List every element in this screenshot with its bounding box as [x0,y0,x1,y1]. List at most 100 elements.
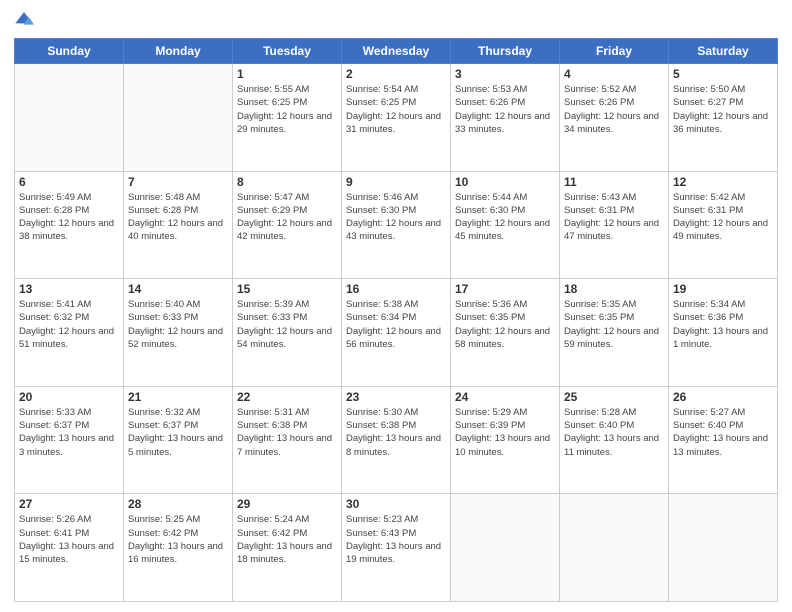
table-row: 3Sunrise: 5:53 AM Sunset: 6:26 PM Daylig… [451,64,560,172]
table-row: 5 Sunrise: 5:50 AM Sunset: 6:27 PM Daylig… [669,64,778,172]
day-number: 19 [673,282,773,296]
col-saturday: Saturday [669,39,778,64]
day-number: 17 [455,282,555,296]
col-monday: Monday [124,39,233,64]
day-number: 29 [237,497,337,511]
calendar-header-row: Sunday Monday Tuesday Wednesday Thursday… [15,39,778,64]
day-number: 18 [564,282,664,296]
table-row: 19Sunrise: 5:34 AM Sunset: 6:36 PM Dayli… [669,279,778,387]
day-info: Sunrise: 5:28 AM Sunset: 6:40 PM Dayligh… [564,406,664,459]
day-info: Sunrise: 5:52 AM Sunset: 6:26 PM Dayligh… [564,83,664,136]
day-number: 2 [346,67,446,81]
day-number: 7 [128,175,228,189]
day-number: 6 [19,175,119,189]
table-row: 28 Sunrise: 5:25 AM Sunset: 6:42 PM Dayli… [124,494,233,602]
day-number: 5 [673,67,773,81]
day-info: Sunrise: 5:39 AM Sunset: 6:33 PM Dayligh… [237,298,337,351]
day-number: 30 [346,497,446,511]
logo [14,10,38,30]
table-row: 6 Sunrise: 5:49 AM Sunset: 6:28 PM Daylig… [15,171,124,279]
day-number: 9 [346,175,446,189]
calendar-table: Sunday Monday Tuesday Wednesday Thursday… [14,38,778,602]
day-number: 27 [19,497,119,511]
day-number: 15 [237,282,337,296]
page: Sunday Monday Tuesday Wednesday Thursday… [0,0,792,612]
day-info: Sunrise: 5:24 AM Sunset: 6:42 PM Dayligh… [237,513,337,566]
table-row: 25 Sunrise: 5:28 AM Sunset: 6:40 PM Dayli… [560,386,669,494]
table-row: 11 Sunrise: 5:43 AM Sunset: 6:31 PM Dayli… [560,171,669,279]
day-number: 25 [564,390,664,404]
table-row: 16 Sunrise: 5:38 AM Sunset: 6:34 PM Dayli… [342,279,451,387]
day-number: 8 [237,175,337,189]
day-number: 14 [128,282,228,296]
day-info: Sunrise: 5:26 AM Sunset: 6:41 PM Dayligh… [19,513,119,566]
table-row: 4 Sunrise: 5:52 AM Sunset: 6:26 PM Daylig… [560,64,669,172]
day-number: 22 [237,390,337,404]
calendar-week-row: 6 Sunrise: 5:49 AM Sunset: 6:28 PM Daylig… [15,171,778,279]
day-info: Sunrise: 5:47 AM Sunset: 6:29 PM Dayligh… [237,191,337,244]
day-info: Sunrise: 5:38 AM Sunset: 6:34 PM Dayligh… [346,298,446,351]
day-info: Sunrise: 5:41 AM Sunset: 6:32 PM Dayligh… [19,298,119,351]
col-thursday: Thursday [451,39,560,64]
header [14,10,778,30]
table-row: 15 Sunrise: 5:39 AM Sunset: 6:33 PM Dayli… [233,279,342,387]
table-row: 1Sunrise: 5:55 AM Sunset: 6:25 PM Daylig… [233,64,342,172]
calendar-week-row: 20 Sunrise: 5:33 AM Sunset: 6:37 PM Dayli… [15,386,778,494]
day-info: Sunrise: 5:27 AM Sunset: 6:40 PM Dayligh… [673,406,773,459]
day-info: Sunrise: 5:29 AM Sunset: 6:39 PM Dayligh… [455,406,555,459]
table-row: 20 Sunrise: 5:33 AM Sunset: 6:37 PM Dayli… [15,386,124,494]
table-row [451,494,560,602]
day-number: 12 [673,175,773,189]
table-row [124,64,233,172]
table-row: 22Sunrise: 5:31 AM Sunset: 6:38 PM Dayli… [233,386,342,494]
col-tuesday: Tuesday [233,39,342,64]
table-row: 24Sunrise: 5:29 AM Sunset: 6:39 PM Dayli… [451,386,560,494]
day-number: 13 [19,282,119,296]
table-row: 7Sunrise: 5:48 AM Sunset: 6:28 PM Daylig… [124,171,233,279]
day-info: Sunrise: 5:40 AM Sunset: 6:33 PM Dayligh… [128,298,228,351]
logo-icon [14,10,34,30]
col-sunday: Sunday [15,39,124,64]
table-row: 18 Sunrise: 5:35 AM Sunset: 6:35 PM Dayli… [560,279,669,387]
table-row: 9 Sunrise: 5:46 AM Sunset: 6:30 PM Daylig… [342,171,451,279]
day-number: 4 [564,67,664,81]
table-row: 30Sunrise: 5:23 AM Sunset: 6:43 PM Dayli… [342,494,451,602]
day-number: 20 [19,390,119,404]
calendar-week-row: 27 Sunrise: 5:26 AM Sunset: 6:41 PM Dayli… [15,494,778,602]
table-row [669,494,778,602]
col-friday: Friday [560,39,669,64]
day-number: 21 [128,390,228,404]
day-info: Sunrise: 5:50 AM Sunset: 6:27 PM Dayligh… [673,83,773,136]
day-number: 23 [346,390,446,404]
table-row: 23 Sunrise: 5:30 AM Sunset: 6:38 PM Dayli… [342,386,451,494]
day-info: Sunrise: 5:33 AM Sunset: 6:37 PM Dayligh… [19,406,119,459]
day-number: 16 [346,282,446,296]
table-row: 8 Sunrise: 5:47 AM Sunset: 6:29 PM Daylig… [233,171,342,279]
table-row: 14 Sunrise: 5:40 AM Sunset: 6:33 PM Dayli… [124,279,233,387]
table-row: 27 Sunrise: 5:26 AM Sunset: 6:41 PM Dayli… [15,494,124,602]
day-info: Sunrise: 5:54 AM Sunset: 6:25 PM Dayligh… [346,83,446,136]
calendar-week-row: 1Sunrise: 5:55 AM Sunset: 6:25 PM Daylig… [15,64,778,172]
day-number: 11 [564,175,664,189]
day-number: 3 [455,67,555,81]
day-info: Sunrise: 5:32 AM Sunset: 6:37 PM Dayligh… [128,406,228,459]
table-row: 21 Sunrise: 5:32 AM Sunset: 6:37 PM Dayli… [124,386,233,494]
day-info: Sunrise: 5:35 AM Sunset: 6:35 PM Dayligh… [564,298,664,351]
day-info: Sunrise: 5:30 AM Sunset: 6:38 PM Dayligh… [346,406,446,459]
day-info: Sunrise: 5:25 AM Sunset: 6:42 PM Dayligh… [128,513,228,566]
table-row: 2 Sunrise: 5:54 AM Sunset: 6:25 PM Daylig… [342,64,451,172]
day-info: Sunrise: 5:36 AM Sunset: 6:35 PM Dayligh… [455,298,555,351]
day-number: 1 [237,67,337,81]
table-row: 26 Sunrise: 5:27 AM Sunset: 6:40 PM Dayli… [669,386,778,494]
day-number: 28 [128,497,228,511]
day-info: Sunrise: 5:44 AM Sunset: 6:30 PM Dayligh… [455,191,555,244]
table-row [15,64,124,172]
day-info: Sunrise: 5:46 AM Sunset: 6:30 PM Dayligh… [346,191,446,244]
day-info: Sunrise: 5:43 AM Sunset: 6:31 PM Dayligh… [564,191,664,244]
day-info: Sunrise: 5:49 AM Sunset: 6:28 PM Dayligh… [19,191,119,244]
day-number: 10 [455,175,555,189]
calendar-week-row: 13 Sunrise: 5:41 AM Sunset: 6:32 PM Dayli… [15,279,778,387]
table-row: 10 Sunrise: 5:44 AM Sunset: 6:30 PM Dayli… [451,171,560,279]
day-number: 26 [673,390,773,404]
table-row: 12Sunrise: 5:42 AM Sunset: 6:31 PM Dayli… [669,171,778,279]
